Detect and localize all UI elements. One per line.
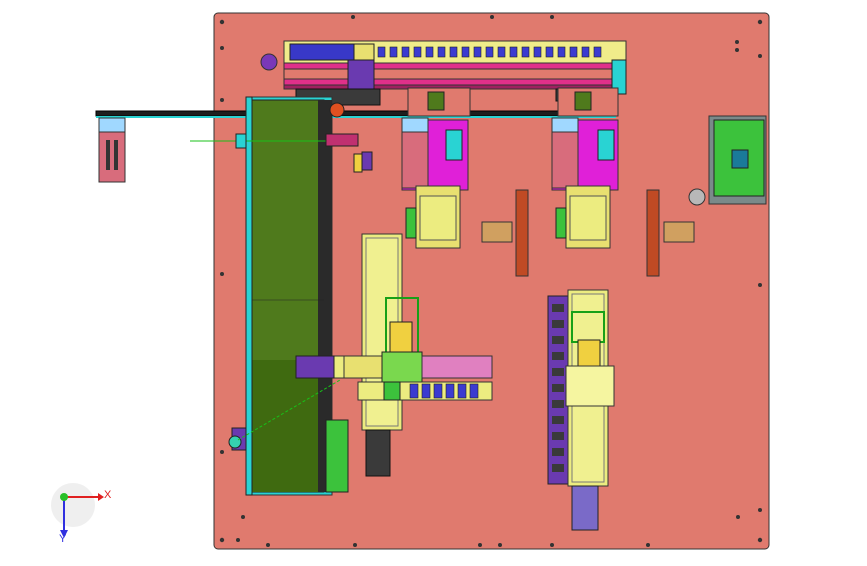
sensor-disc[interactable] bbox=[688, 188, 706, 206]
indicator-light[interactable] bbox=[260, 53, 278, 71]
conveyor-motor[interactable] bbox=[228, 427, 247, 451]
pick-station-1[interactable] bbox=[401, 87, 471, 249]
pick-cylinder-left[interactable] bbox=[98, 117, 126, 183]
transfer-rail[interactable] bbox=[95, 110, 617, 118]
axis-triad: X Y bbox=[51, 483, 112, 545]
cad-viewport[interactable]: X Y bbox=[0, 0, 867, 562]
control-box[interactable] bbox=[708, 115, 767, 205]
pick-station-2[interactable] bbox=[551, 87, 619, 249]
y-axis-label: Y bbox=[59, 533, 67, 545]
x-axis-label: X bbox=[104, 489, 112, 501]
